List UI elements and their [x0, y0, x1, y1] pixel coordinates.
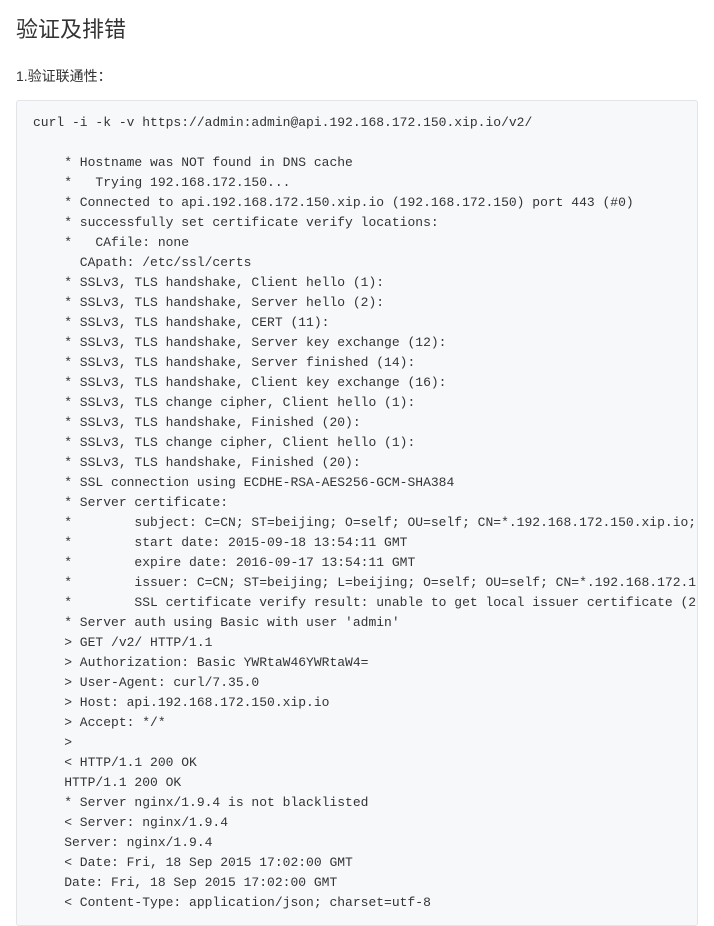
code-block: curl -i -k -v https://admin:admin@api.19… [16, 100, 698, 926]
step-label: 1.验证联通性： [16, 66, 698, 86]
section-heading: 验证及排错 [16, 12, 698, 44]
